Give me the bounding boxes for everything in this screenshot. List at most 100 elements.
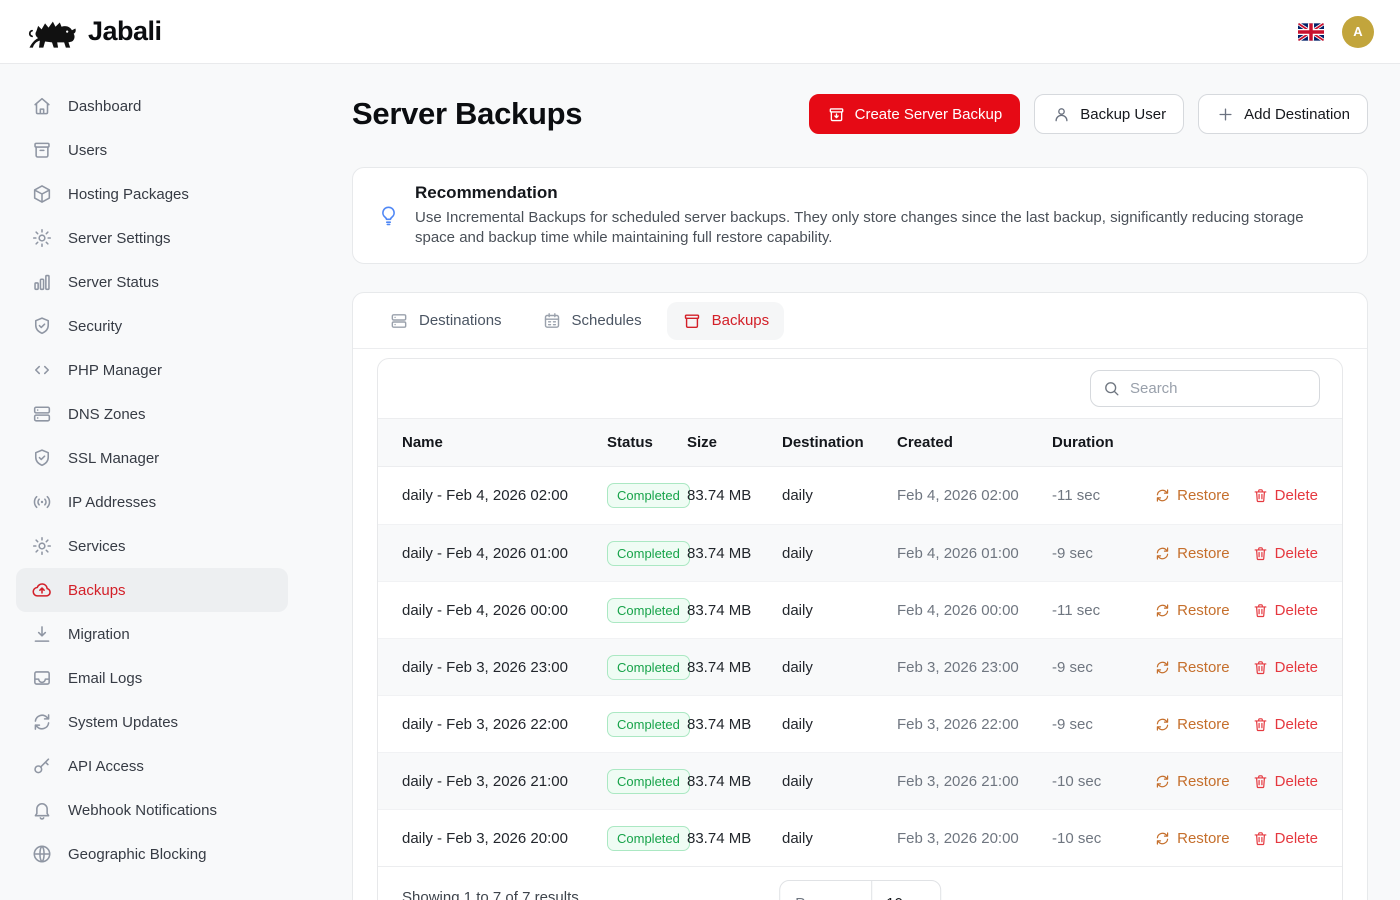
- restore-button[interactable]: Restore: [1154, 716, 1230, 733]
- delete-label: Delete: [1275, 716, 1318, 733]
- button-label: Add Destination: [1244, 106, 1350, 123]
- restore-icon: [1154, 716, 1171, 733]
- delete-button[interactable]: Delete: [1252, 773, 1318, 790]
- sidebar-item-users[interactable]: Users: [16, 128, 288, 172]
- tab-backups[interactable]: Backups: [667, 302, 785, 340]
- table-row: daily - Feb 3, 2026 20:00Completed83.74 …: [378, 809, 1342, 866]
- cloud-up-icon: [31, 579, 53, 601]
- table-row: daily - Feb 4, 2026 02:00Completed83.74 …: [378, 467, 1342, 524]
- refresh-icon: [31, 711, 53, 733]
- cell-created: Feb 3, 2026 21:00: [897, 773, 1052, 790]
- table-header: NameStatusSizeDestinationCreatedDuration: [378, 418, 1342, 467]
- table-row: daily - Feb 4, 2026 00:00Completed83.74 …: [378, 581, 1342, 638]
- sidebar-item-dns-zones[interactable]: DNS Zones: [16, 392, 288, 436]
- status-badge: Completed: [607, 655, 690, 680]
- delete-label: Delete: [1275, 545, 1318, 562]
- cog-icon: [31, 535, 53, 557]
- delete-label: Delete: [1275, 659, 1318, 676]
- restore-label: Restore: [1177, 659, 1230, 676]
- sidebar-item-migration[interactable]: Migration: [16, 612, 288, 656]
- cell-created: Feb 4, 2026 02:00: [897, 487, 1052, 504]
- cell-destination: daily: [782, 487, 897, 504]
- sidebar-item-label: Users: [68, 142, 107, 159]
- tab-destinations[interactable]: Destinations: [374, 302, 517, 340]
- cell-created: Feb 3, 2026 23:00: [897, 659, 1052, 676]
- cell-duration: -9 sec: [1052, 716, 1147, 733]
- table-row: daily - Feb 3, 2026 23:00Completed83.74 …: [378, 638, 1342, 695]
- restore-button[interactable]: Restore: [1154, 602, 1230, 619]
- search-input[interactable]: [1090, 370, 1320, 407]
- sidebar-item-email-logs[interactable]: Email Logs: [16, 656, 288, 700]
- restore-button[interactable]: Restore: [1154, 545, 1230, 562]
- delete-button[interactable]: Delete: [1252, 659, 1318, 676]
- status-badge: Completed: [607, 598, 690, 623]
- column-header-duration: Duration: [1052, 434, 1147, 451]
- search-icon: [1102, 379, 1121, 398]
- app-logo[interactable]: Jabali: [26, 12, 162, 52]
- servers-icon: [31, 403, 53, 425]
- servers-icon: [389, 311, 409, 331]
- restore-button[interactable]: Restore: [1154, 659, 1230, 676]
- sidebar-item-php-manager[interactable]: PHP Manager: [16, 348, 288, 392]
- status-badge: Completed: [607, 769, 690, 794]
- column-header-name: Name: [402, 434, 607, 451]
- cell-actions: Restore Delete: [1147, 830, 1318, 847]
- cell-destination: daily: [782, 659, 897, 676]
- user-avatar[interactable]: A: [1342, 16, 1374, 48]
- sidebar-item-ssl-manager[interactable]: SSL Manager: [16, 436, 288, 480]
- sidebar-item-server-settings[interactable]: Server Settings: [16, 216, 288, 260]
- uk-flag-icon[interactable]: [1298, 23, 1324, 41]
- delete-label: Delete: [1275, 602, 1318, 619]
- add-destination-button[interactable]: Add Destination: [1198, 94, 1368, 134]
- sidebar-item-system-updates[interactable]: System Updates: [16, 700, 288, 744]
- cell-name: daily - Feb 3, 2026 20:00: [402, 830, 607, 847]
- restore-label: Restore: [1177, 716, 1230, 733]
- recommendation-card: Recommendation Use Incremental Backups f…: [352, 167, 1368, 264]
- sidebar-item-server-status[interactable]: Server Status: [16, 260, 288, 304]
- restore-icon: [1154, 659, 1171, 676]
- cell-actions: Restore Delete: [1147, 773, 1318, 790]
- create-server-backup-button[interactable]: Create Server Backup: [809, 94, 1021, 134]
- sidebar-item-backups[interactable]: Backups: [16, 568, 288, 612]
- table-row: daily - Feb 4, 2026 01:00Completed83.74 …: [378, 524, 1342, 581]
- restore-label: Restore: [1177, 830, 1230, 847]
- sidebar-item-api-access[interactable]: API Access: [16, 744, 288, 788]
- cell-created: Feb 4, 2026 01:00: [897, 545, 1052, 562]
- cell-name: daily - Feb 3, 2026 22:00: [402, 716, 607, 733]
- cell-name: daily - Feb 4, 2026 00:00: [402, 602, 607, 619]
- sidebar-item-webhook-notifications[interactable]: Webhook Notifications: [16, 788, 288, 832]
- sidebar-item-hosting-packages[interactable]: Hosting Packages: [16, 172, 288, 216]
- delete-button[interactable]: Delete: [1252, 545, 1318, 562]
- delete-button[interactable]: Delete: [1252, 830, 1318, 847]
- backups-table-card: NameStatusSizeDestinationCreatedDuration…: [377, 358, 1343, 900]
- sidebar-item-label: System Updates: [68, 714, 178, 731]
- box-icon: [682, 311, 702, 331]
- per-page-select[interactable]: 10: [872, 881, 940, 900]
- restore-button[interactable]: Restore: [1154, 773, 1230, 790]
- restore-button[interactable]: Restore: [1154, 830, 1230, 847]
- sidebar-item-dashboard[interactable]: Dashboard: [16, 84, 288, 128]
- delete-label: Delete: [1275, 773, 1318, 790]
- restore-button[interactable]: Restore: [1154, 487, 1230, 504]
- delete-button[interactable]: Delete: [1252, 487, 1318, 504]
- cell-name: daily - Feb 3, 2026 23:00: [402, 659, 607, 676]
- shield-icon: [31, 447, 53, 469]
- sidebar-item-geographic-blocking[interactable]: Geographic Blocking: [16, 832, 288, 876]
- sidebar-item-security[interactable]: Security: [16, 304, 288, 348]
- restore-label: Restore: [1177, 773, 1230, 790]
- cell-status: Completed: [607, 712, 687, 737]
- cell-actions: Restore Delete: [1147, 716, 1318, 733]
- package-icon: [31, 183, 53, 205]
- delete-button[interactable]: Delete: [1252, 602, 1318, 619]
- sidebar-item-label: Dashboard: [68, 98, 141, 115]
- sidebar-item-ip-addresses[interactable]: IP Addresses: [16, 480, 288, 524]
- cell-actions: Restore Delete: [1147, 545, 1318, 562]
- boar-logo-icon: [26, 12, 78, 52]
- button-label: Create Server Backup: [855, 106, 1003, 123]
- sidebar-item-services[interactable]: Services: [16, 524, 288, 568]
- delete-button[interactable]: Delete: [1252, 716, 1318, 733]
- tab-schedules[interactable]: Schedules: [527, 302, 657, 340]
- backup-user-button[interactable]: Backup User: [1034, 94, 1184, 134]
- restore-icon: [1154, 602, 1171, 619]
- per-page-value: 10: [886, 895, 903, 900]
